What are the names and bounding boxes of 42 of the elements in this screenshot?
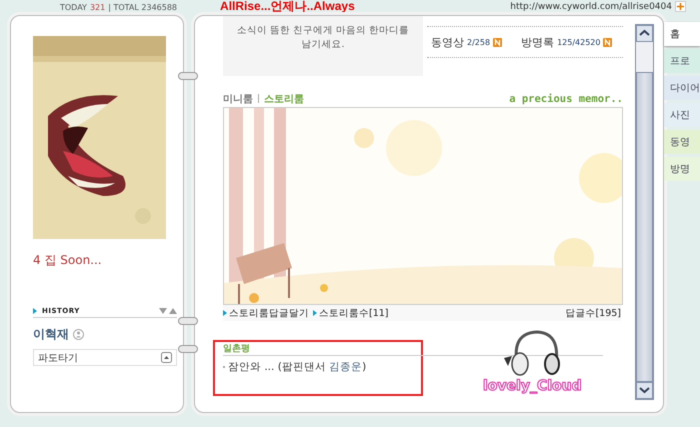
total-count: | TOTAL 2346588: [108, 3, 178, 12]
user-name: 이혁재: [33, 326, 69, 343]
bullet-icon: [33, 308, 37, 314]
stat-count: 2/258: [467, 38, 490, 46]
reply-count: 답글수[195]: [565, 306, 621, 320]
room-tab[interactable]: 미니룸: [223, 92, 253, 106]
room-link[interactable]: 스토리룸수[11]: [313, 306, 389, 320]
menu-tab[interactable]: 사진: [664, 103, 700, 127]
ilchon-text: ): [362, 361, 366, 373]
status-message: 4 집 Soon...: [33, 252, 103, 269]
scroll-up-icon[interactable]: [636, 25, 653, 42]
url-link[interactable]: http://www.cyworld.com/allrise0404: [510, 3, 672, 12]
tab-separator: [258, 94, 259, 103]
author-link[interactable]: 김종운: [329, 360, 362, 374]
scrollbar[interactable]: [635, 24, 654, 400]
today-label: TODAY: [60, 3, 87, 12]
person-icon: [73, 329, 84, 340]
stat-label[interactable]: 동영상: [431, 34, 464, 50]
room-title: a precious memor..: [509, 92, 623, 104]
sticker-text: lovely_Cloud: [483, 378, 582, 394]
room-link[interactable]: 스토리룸답글달기: [223, 306, 309, 320]
today-count: 321: [90, 3, 106, 12]
binder-ring: [178, 72, 198, 80]
headphones-icon: [502, 328, 562, 378]
menu-tab[interactable]: 다이어: [664, 76, 700, 100]
menu-tab[interactable]: 프로: [664, 49, 700, 73]
notice-text: 남기세요.: [301, 38, 345, 52]
homepage-title: AllRise...언제나..Always: [220, 0, 355, 12]
stat-count: 125/42520: [557, 38, 600, 46]
menu-tab[interactable]: 방명: [664, 157, 700, 181]
menu-tab[interactable]: 동영: [664, 130, 700, 154]
add-icon[interactable]: [675, 1, 686, 12]
scroll-thumb[interactable]: [636, 72, 653, 382]
scroll-down-icon[interactable]: [636, 382, 653, 399]
stat-label[interactable]: 방명록: [521, 34, 554, 50]
sort-arrows-icon[interactable]: [159, 308, 177, 314]
notice-text: 소식이 뜸한 친구에게 마음의 한마디를: [236, 24, 410, 38]
binder-ring: [178, 345, 198, 353]
ilchon-text: 잠안와 ... (팝핀댄서: [228, 360, 327, 374]
binder-ring: [178, 317, 198, 325]
menu-tab[interactable]: 홈: [664, 22, 700, 46]
surf-dropdown[interactable]: 파도타기: [33, 349, 177, 366]
